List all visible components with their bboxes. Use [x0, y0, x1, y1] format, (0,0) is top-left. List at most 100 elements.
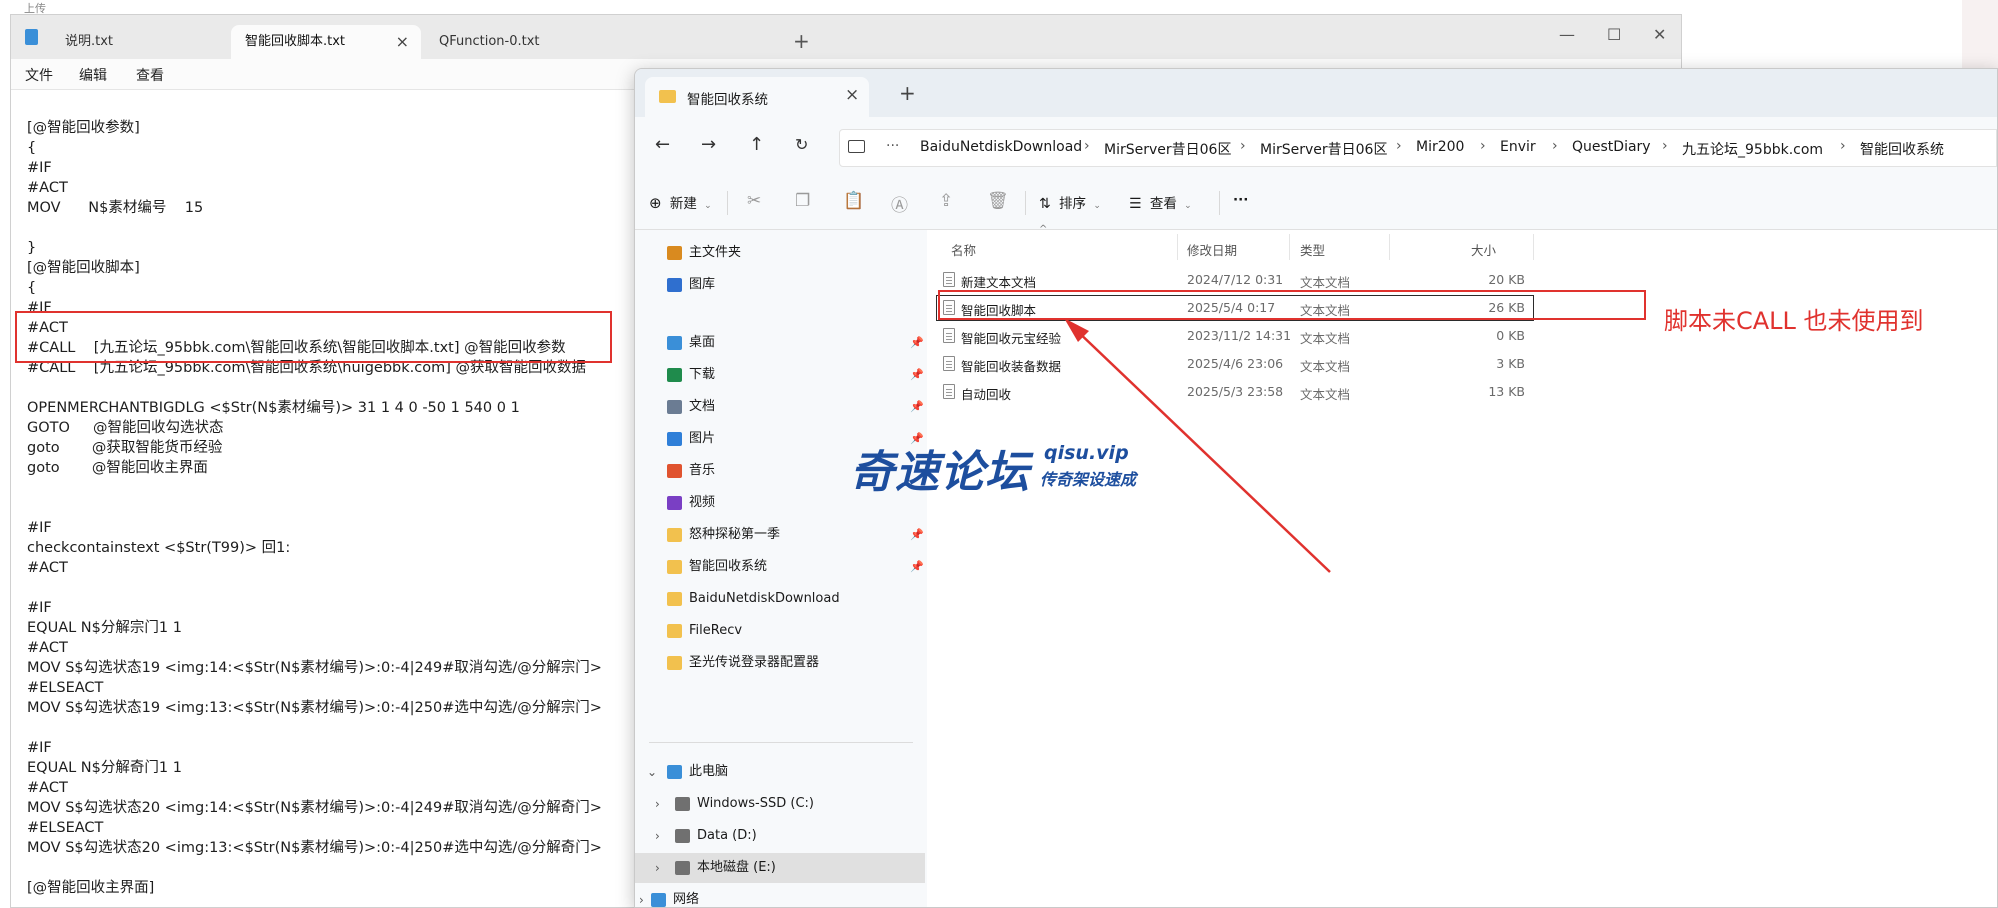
- new-button[interactable]: ⊕ 新建 ⌄: [649, 192, 712, 212]
- editor-line: #ACT: [27, 560, 68, 576]
- notepad-app-icon: [25, 29, 38, 45]
- watermark-subtitle: 传奇架设速成: [1040, 470, 1137, 489]
- sidebar-item-label: 音乐: [689, 463, 716, 478]
- explorer-tab[interactable]: 智能回收系统 ×: [645, 77, 869, 117]
- editor-line: {: [27, 140, 37, 156]
- view-button[interactable]: ☰ 查看 ⌄: [1129, 192, 1192, 212]
- toolbar-divider: [727, 191, 728, 215]
- breadcrumb-item[interactable]: MirServer昔日06区: [1104, 139, 1231, 159]
- close-window-icon[interactable]: ✕: [1653, 23, 1666, 47]
- file-date: 2023/11/2 14:31: [1187, 328, 1292, 343]
- text-file-icon: [943, 328, 955, 343]
- breadcrumb-item[interactable]: MirServer昔日06区: [1260, 139, 1387, 159]
- forward-icon[interactable]: →: [701, 133, 716, 157]
- more-options-button[interactable]: ···: [1233, 192, 1248, 208]
- file-row[interactable]: 智能回收装备数据 2025/4/6 23:06 文本文档 3 KB: [937, 352, 1533, 376]
- share-icon[interactable]: ⇪: [939, 191, 953, 211]
- copy-icon[interactable]: ❐: [795, 191, 810, 211]
- file-type: 文本文档: [1300, 331, 1351, 346]
- menu-view[interactable]: 查看: [136, 65, 164, 85]
- sidebar-item-label: 图库: [689, 277, 716, 292]
- new-tab-button[interactable]: +: [899, 81, 916, 105]
- sidebar-item[interactable]: 下载 📌: [635, 360, 925, 390]
- refresh-icon[interactable]: ↻: [795, 133, 808, 157]
- file-row[interactable]: 自动回收 2025/5/3 23:58 文本文档 13 KB: [937, 380, 1533, 404]
- file-name: 自动回收: [961, 387, 1012, 402]
- explorer-address-bar: ← → ↑ ↻ ··· BaiduNetdiskDownload › MirSe…: [635, 117, 1997, 177]
- breadcrumb[interactable]: ··· BaiduNetdiskDownload › MirServer昔日06…: [839, 129, 1997, 167]
- breadcrumb-item[interactable]: Mir200: [1416, 139, 1464, 155]
- chevron-right-icon: ›: [1084, 138, 1090, 154]
- paste-icon[interactable]: 📋: [843, 191, 864, 211]
- sidebar-item[interactable]: › 本地磁盘 (E:): [635, 853, 925, 883]
- chevron-right-icon[interactable]: ›: [639, 885, 644, 907]
- sidebar-item[interactable]: FileRecv: [635, 616, 925, 646]
- breadcrumb-item[interactable]: 九五论坛_95bbk.com: [1682, 139, 1823, 159]
- editor-line: MOV S$勾选状态20 <img:14:<$Str(N$素材编号)>:0:-4…: [27, 800, 602, 816]
- breadcrumb-item[interactable]: Envir: [1500, 139, 1536, 155]
- minimize-icon[interactable]: —: [1559, 23, 1575, 47]
- chevron-right-icon: ›: [1662, 138, 1668, 154]
- unused-file-highlight-box: [938, 290, 1646, 320]
- sidebar-item[interactable]: › Windows-SSD (C:): [635, 789, 925, 819]
- sidebar-item-label: 下载: [689, 367, 716, 382]
- sidebar-item[interactable]: 圣光传说登录器配置器: [635, 648, 925, 678]
- chevron-right-icon[interactable]: ›: [655, 821, 660, 851]
- delete-icon[interactable]: 🗑: [987, 191, 1009, 211]
- menu-file[interactable]: 文件: [25, 65, 53, 85]
- folder-icon: [667, 528, 682, 542]
- file-row[interactable]: 智能回收元宝经验 2023/11/2 14:31 文本文档 0 KB: [937, 324, 1533, 348]
- document-icon: [667, 400, 682, 414]
- file-row[interactable]: 新建文本文档 2024/7/12 0:31 文本文档 20 KB: [937, 268, 1533, 292]
- close-icon[interactable]: ×: [396, 25, 409, 59]
- close-icon[interactable]: ×: [845, 85, 859, 105]
- file-name: 智能回收装备数据: [961, 359, 1062, 374]
- sort-button[interactable]: ⇅ 排序 ⌄: [1039, 192, 1101, 212]
- up-icon[interactable]: ↑: [749, 133, 764, 157]
- tab-readme[interactable]: 说明.txt: [51, 25, 231, 59]
- sidebar-item[interactable]: 怒种探秘第一季 📌: [635, 520, 925, 550]
- file-type: 文本文档: [1300, 359, 1351, 374]
- editor-line: #ACT: [27, 640, 68, 656]
- editor-line: GOTO @智能回收勾选状态: [27, 420, 224, 436]
- cut-icon[interactable]: ✂: [747, 191, 761, 211]
- sidebar-item[interactable]: 桌面 📌: [635, 328, 925, 358]
- computer-icon: [667, 765, 682, 779]
- folder-icon: [667, 656, 682, 670]
- chevron-right-icon[interactable]: ›: [655, 789, 660, 819]
- background-window-edge: [1962, 0, 1998, 68]
- more-path-icon[interactable]: ···: [886, 138, 899, 154]
- sidebar-item[interactable]: › 网络: [635, 885, 925, 907]
- sidebar-item[interactable]: 主文件夹: [635, 238, 925, 268]
- sidebar-item-label: Windows-SSD (C:): [697, 796, 814, 811]
- chevron-down-icon: ⌄: [1184, 201, 1192, 211]
- sidebar-item[interactable]: ⌄ 此电脑: [635, 757, 925, 787]
- breadcrumb-item[interactable]: 智能回收系统: [1860, 139, 1944, 159]
- chevron-down-icon[interactable]: ⌄: [647, 757, 657, 787]
- sort-button-label: 排序: [1059, 196, 1087, 212]
- column-header-type[interactable]: 类型: [1300, 240, 1325, 259]
- chevron-down-icon: ⌄: [704, 201, 712, 211]
- breadcrumb-item[interactable]: BaiduNetdiskDownload: [920, 139, 1082, 155]
- column-header-size[interactable]: 大小: [1471, 240, 1496, 259]
- menu-edit[interactable]: 编辑: [79, 65, 107, 85]
- folder-icon: [667, 592, 682, 606]
- sidebar-item[interactable]: BaiduNetdiskDownload: [635, 584, 925, 614]
- sidebar-item[interactable]: 文档 📌: [635, 392, 925, 422]
- sidebar-item-label: 智能回收系统: [689, 559, 768, 574]
- back-icon[interactable]: ←: [655, 133, 670, 157]
- sidebar-item[interactable]: 智能回收系统 📌: [635, 552, 925, 582]
- tab-qfunction[interactable]: QFunction-0.txt: [425, 25, 625, 59]
- chevron-right-icon[interactable]: ›: [655, 853, 660, 883]
- breadcrumb-item[interactable]: QuestDiary: [1572, 139, 1651, 155]
- column-header-date[interactable]: 修改日期: [1187, 240, 1237, 259]
- rename-icon[interactable]: Ⓐ: [891, 191, 908, 216]
- new-tab-button[interactable]: +: [793, 29, 810, 53]
- column-header-name[interactable]: 名称: [951, 240, 976, 259]
- sidebar-item[interactable]: 图库: [635, 270, 925, 300]
- sidebar-item-label: 此电脑: [689, 764, 729, 779]
- maximize-icon[interactable]: ☐: [1607, 23, 1621, 47]
- tab-recycle-script[interactable]: 智能回收脚本.txt ×: [231, 25, 421, 59]
- editor-line: [@智能回收参数]: [27, 120, 140, 136]
- sidebar-item[interactable]: › Data (D:): [635, 821, 925, 851]
